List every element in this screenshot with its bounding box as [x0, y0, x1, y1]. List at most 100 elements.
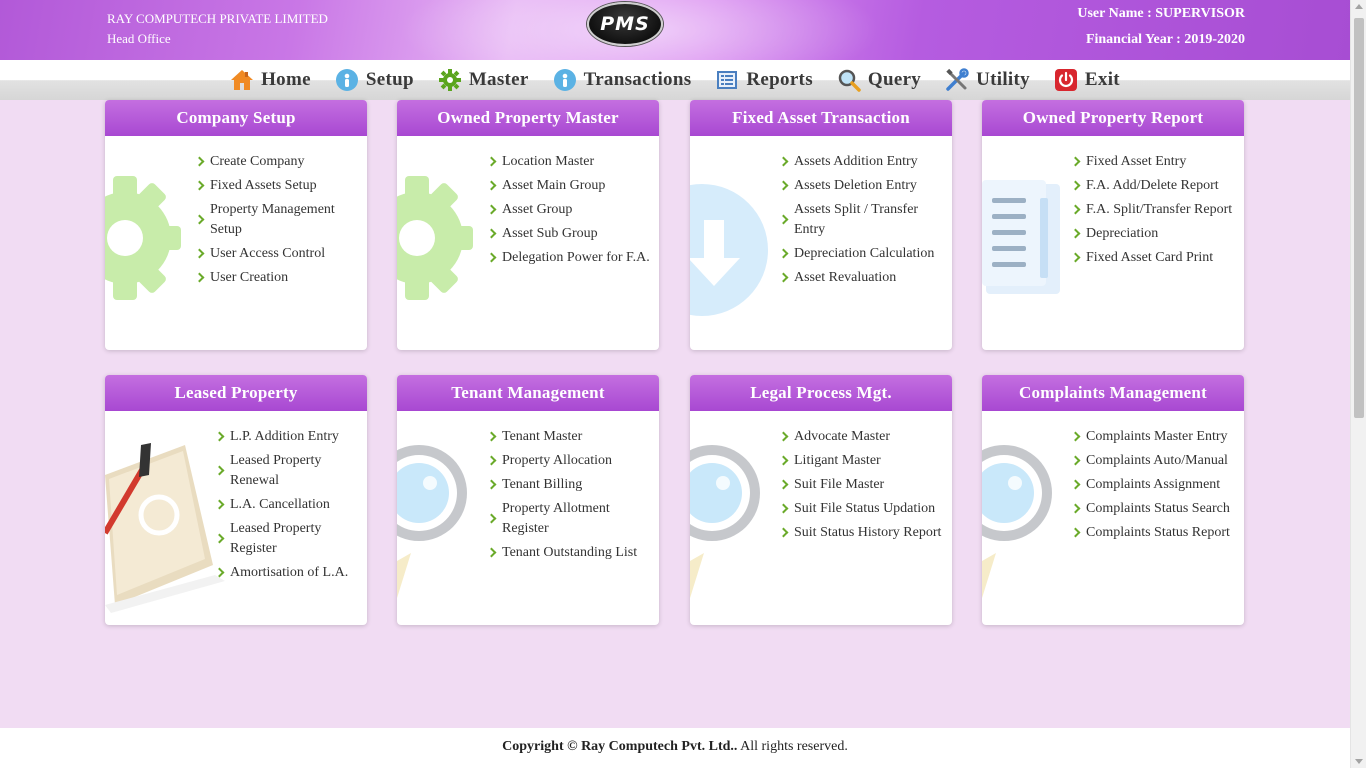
menu-complaints-assignment[interactable]: Complaints Assignment — [1070, 475, 1242, 495]
menu-fixed-assets-setup[interactable]: Fixed Assets Setup — [194, 176, 361, 196]
menu-fa-split-transfer-report[interactable]: F.A. Split/Transfer Report — [1070, 200, 1242, 220]
person-icon — [553, 69, 576, 91]
menu-suit-file-master[interactable]: Suit File Master — [778, 475, 948, 495]
menu-leased-property-renewal[interactable]: Leased Property Renewal — [214, 451, 364, 491]
menu-label: Leased Property Register — [230, 521, 322, 556]
chevron-right-icon — [1070, 156, 1081, 167]
menu-depreciation-calculation[interactable]: Depreciation Calculation — [778, 244, 946, 264]
menu-assets-split-transfer[interactable]: Assets Split / Transfer Entry — [778, 200, 946, 240]
menu-label: Suit File Status Updation — [794, 501, 936, 516]
menu-lp-addition-entry[interactable]: L.P. Addition Entry — [214, 427, 364, 447]
menu-property-allocation[interactable]: Property Allocation — [486, 451, 656, 471]
menu-fixed-asset-card-print[interactable]: Fixed Asset Card Print — [1070, 248, 1242, 268]
chevron-right-icon — [194, 156, 205, 167]
menu-label: L.A. Cancellation — [230, 497, 330, 512]
menu-asset-sub-group[interactable]: Asset Sub Group — [486, 224, 656, 244]
rights-text: All rights reserved. — [737, 739, 848, 754]
company-name: RAY COMPUTECH PRIVATE LIMITED — [107, 11, 328, 26]
nav-setup[interactable]: Setup — [335, 68, 414, 92]
menu-complaints-status-search[interactable]: Complaints Status Search — [1070, 499, 1242, 519]
card-menu-list: Fixed Asset Entry F.A. Add/Delete Report… — [1070, 152, 1242, 272]
menu-complaints-auto-manual[interactable]: Complaints Auto/Manual — [1070, 451, 1242, 471]
scroll-down-icon[interactable] — [1355, 759, 1363, 764]
nav-exit[interactable]: Exit — [1054, 68, 1120, 92]
chevron-right-icon — [778, 156, 789, 167]
menu-assets-addition-entry[interactable]: Assets Addition Entry — [778, 152, 946, 172]
card-menu-list: Complaints Master Entry Complaints Auto/… — [1070, 427, 1242, 547]
chevron-right-icon — [778, 248, 789, 259]
menu-assets-deletion-entry[interactable]: Assets Deletion Entry — [778, 176, 946, 196]
scrollbar-thumb[interactable] — [1354, 18, 1364, 418]
nav-query-label: Query — [867, 69, 922, 90]
card-tenant-management: Tenant Management Tenant Master Property… — [397, 375, 659, 625]
card-title: Company Setup — [105, 100, 367, 136]
chevron-right-icon — [486, 547, 497, 558]
menu-property-management-setup[interactable]: Property Management Setup — [194, 200, 361, 240]
menu-asset-revaluation[interactable]: Asset Revaluation — [778, 268, 946, 288]
menu-tenant-master[interactable]: Tenant Master — [486, 427, 656, 447]
menu-label: Leased Property Renewal — [230, 453, 322, 488]
card-title: Owned Property Report — [982, 100, 1244, 136]
nav-master[interactable]: Master — [438, 68, 529, 92]
menu-user-creation[interactable]: User Creation — [194, 268, 361, 288]
menu-tenant-outstanding-list[interactable]: Tenant Outstanding List — [486, 543, 656, 563]
menu-suit-file-status-updation[interactable]: Suit File Status Updation — [778, 499, 948, 519]
menu-location-master[interactable]: Location Master — [486, 152, 656, 172]
menu-fixed-asset-entry[interactable]: Fixed Asset Entry — [1070, 152, 1242, 172]
menu-fa-add-delete-report[interactable]: F.A. Add/Delete Report — [1070, 176, 1242, 196]
menu-label: Asset Revaluation — [794, 270, 897, 285]
menu-delegation-power[interactable]: Delegation Power for F.A. — [486, 248, 656, 268]
menu-property-allotment-register[interactable]: Property Allotment Register — [486, 499, 656, 539]
menu-label: Fixed Asset Entry — [1086, 154, 1187, 169]
chevron-right-icon — [1070, 431, 1081, 442]
menu-user-access-control[interactable]: User Access Control — [194, 244, 361, 264]
menu-create-company[interactable]: Create Company — [194, 152, 361, 172]
menu-complaints-master-entry[interactable]: Complaints Master Entry — [1070, 427, 1242, 447]
menu-advocate-master[interactable]: Advocate Master — [778, 427, 948, 447]
menu-label: Complaints Status Report — [1086, 525, 1230, 540]
card-menu-list: Advocate Master Litigant Master Suit Fil… — [778, 427, 948, 547]
menu-label: Fixed Assets Setup — [210, 178, 317, 193]
menu-label: User Access Control — [210, 246, 326, 261]
nav-exit-label: Exit — [1084, 69, 1120, 90]
chevron-right-icon — [1070, 252, 1081, 263]
nav-home[interactable]: Home — [230, 68, 311, 92]
scroll-up-icon[interactable] — [1355, 4, 1363, 9]
chevron-right-icon — [778, 479, 789, 490]
menu-depreciation[interactable]: Depreciation — [1070, 224, 1242, 244]
menu-label: F.A. Split/Transfer Report — [1086, 202, 1233, 217]
copyright-text: Copyright © Ray Computech Pvt. Ltd.. — [502, 739, 738, 754]
magnifier-icon — [838, 69, 861, 92]
page-scrollbar[interactable] — [1350, 0, 1366, 768]
chevron-right-icon — [778, 272, 789, 283]
tools-icon — [946, 68, 969, 91]
menu-amortisation-la[interactable]: Amortisation of L.A. — [214, 563, 364, 583]
chevron-right-icon — [778, 214, 789, 225]
nav-utility[interactable]: Utility — [945, 68, 1030, 92]
card-menu-list: Tenant Master Property Allocation Tenant… — [486, 427, 656, 567]
menu-complaints-status-report[interactable]: Complaints Status Report — [1070, 523, 1242, 543]
menu-asset-group[interactable]: Asset Group — [486, 200, 656, 220]
chevron-right-icon — [214, 533, 225, 544]
menu-tenant-billing[interactable]: Tenant Billing — [486, 475, 656, 495]
menu-asset-main-group[interactable]: Asset Main Group — [486, 176, 656, 196]
menu-label: Property Allocation — [502, 453, 613, 468]
menu-label: Location Master — [502, 154, 595, 169]
nav-query[interactable]: Query — [837, 68, 921, 92]
menu-label: Tenant Outstanding List — [502, 545, 638, 560]
menu-label: Property Allotment Register — [502, 501, 610, 536]
nav-reports-label: Reports — [746, 69, 813, 90]
menu-label: Assets Addition Entry — [794, 154, 918, 169]
nav-transactions[interactable]: Transactions — [553, 68, 692, 92]
chevron-right-icon — [1070, 228, 1081, 239]
menu-label: Depreciation — [1086, 226, 1159, 241]
menu-la-cancellation[interactable]: L.A. Cancellation — [214, 495, 364, 515]
menu-label: Depreciation Calculation — [794, 246, 935, 261]
card-menu-list: Assets Addition Entry Assets Deletion En… — [778, 152, 946, 292]
nav-reports[interactable]: Reports — [715, 68, 813, 92]
chevron-right-icon — [486, 180, 497, 191]
menu-suit-status-history-report[interactable]: Suit Status History Report — [778, 523, 948, 543]
menu-leased-property-register[interactable]: Leased Property Register — [214, 519, 364, 559]
menu-label: Complaints Master Entry — [1086, 429, 1228, 444]
menu-litigant-master[interactable]: Litigant Master — [778, 451, 948, 471]
